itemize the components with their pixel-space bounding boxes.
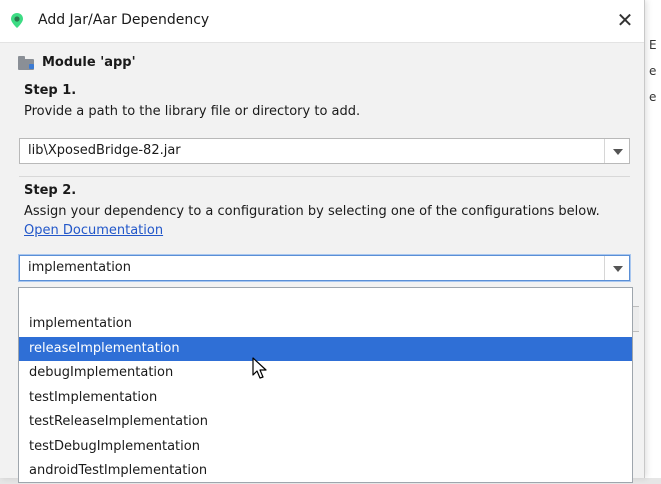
module-folder-icon	[18, 55, 36, 70]
android-studio-icon	[11, 13, 23, 28]
configuration-dropdown-button[interactable]	[604, 256, 629, 280]
path-dropdown-button[interactable]	[604, 139, 629, 163]
configuration-value: implementation	[28, 260, 132, 275]
close-icon: ✕	[616, 8, 634, 32]
dropdown-options: implementation releaseImplementation debug…	[19, 312, 632, 484]
chevron-down-icon	[613, 149, 623, 155]
library-path-value: lib\XposedBridge-82.jar	[28, 143, 181, 158]
step2-title: Step 2.	[24, 183, 77, 198]
step1-description: Provide a path to the library file or di…	[24, 104, 361, 119]
dropdown-option[interactable]: testDebugImplementation	[19, 435, 632, 460]
chevron-down-icon	[613, 266, 623, 272]
open-documentation-link[interactable]: Open Documentation	[24, 223, 163, 238]
mouse-pointer-icon	[252, 357, 267, 379]
module-label: Module 'app'	[42, 55, 136, 70]
dropdown-option[interactable]: implementation	[19, 312, 632, 337]
close-button[interactable]: ✕	[612, 8, 638, 34]
dropdown-option[interactable]: androidTestImplementation	[19, 459, 632, 484]
section-divider	[19, 176, 630, 177]
library-path-combobox[interactable]: lib\XposedBridge-82.jar	[19, 138, 630, 164]
configuration-dropdown-list: implementation releaseImplementation debug…	[18, 287, 633, 483]
title-bar: Add Jar/Aar Dependency ✕	[0, 0, 644, 43]
dropdown-option[interactable]: debugImplementation	[19, 361, 632, 386]
configuration-combobox[interactable]: implementation	[19, 255, 630, 281]
add-dependency-dialog: Add Jar/Aar Dependency ✕ Module 'app' St…	[0, 0, 645, 483]
dropdown-option[interactable]: testReleaseImplementation	[19, 410, 632, 435]
step2-description: Assign your dependency to a configuratio…	[24, 204, 600, 219]
dropdown-option[interactable]: testImplementation	[19, 386, 632, 411]
dropdown-option[interactable]: releaseImplementation	[19, 336, 632, 361]
dialog-title: Add Jar/Aar Dependency	[38, 12, 210, 28]
step1-title: Step 1.	[24, 83, 77, 98]
module-header: Module 'app'	[18, 55, 136, 70]
